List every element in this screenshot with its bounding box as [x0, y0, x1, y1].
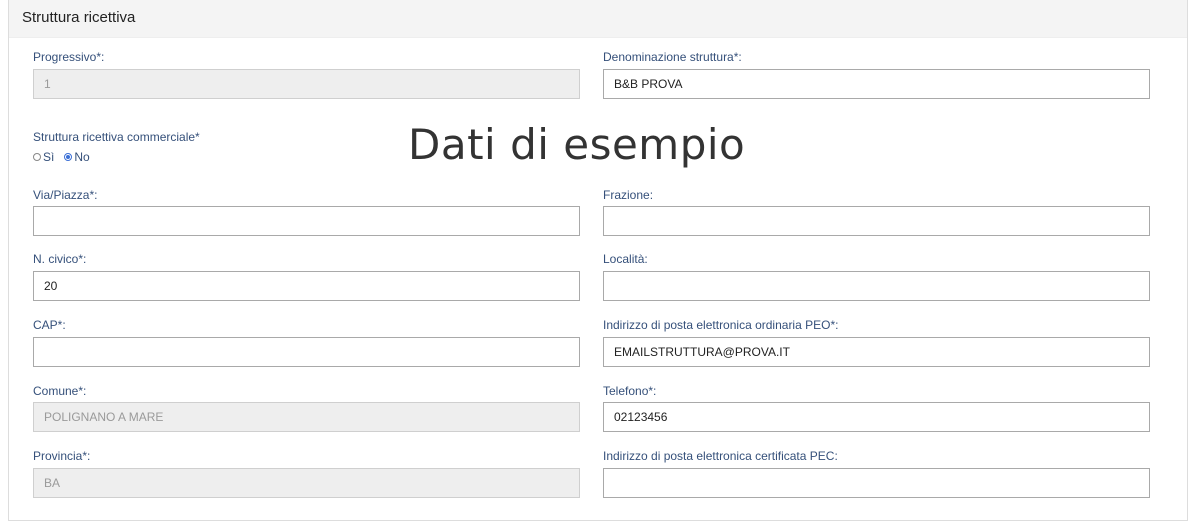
comune-field: POLIGNANO A MARE — [33, 402, 580, 432]
comune-label: Comune*: — [33, 384, 87, 398]
denominazione-input[interactable] — [603, 69, 1150, 99]
cap-label: CAP*: — [33, 318, 66, 332]
provincia-field: BA — [33, 468, 580, 498]
radio-si[interactable] — [33, 153, 41, 161]
radio-no[interactable] — [64, 153, 73, 161]
cap-input[interactable] — [33, 337, 580, 367]
telefono-input[interactable] — [603, 402, 1150, 432]
radio-option-si[interactable]: Sì — [33, 150, 54, 164]
civico-input[interactable] — [33, 271, 580, 301]
sample-data-watermark: Dati di esempio — [408, 120, 746, 169]
peo-label: Indirizzo di posta elettronica ordinaria… — [603, 318, 839, 332]
localita-label: Località: — [603, 252, 648, 266]
civico-label: N. civico*: — [33, 252, 87, 266]
provincia-label: Provincia*: — [33, 449, 91, 463]
pec-input[interactable] — [603, 468, 1150, 498]
commerciale-label: Struttura ricettiva commerciale* — [33, 130, 200, 144]
frazione-input[interactable] — [603, 206, 1150, 236]
radio-no-label: No — [74, 150, 90, 164]
panel-title: Struttura ricettiva — [22, 9, 136, 26]
progressivo-label: Progressivo*: — [33, 50, 105, 64]
telefono-label: Telefono*: — [603, 384, 657, 398]
commerciale-radio-group: Sì No — [33, 149, 100, 165]
peo-input[interactable] — [603, 337, 1150, 367]
pec-label: Indirizzo di posta elettronica certifica… — [603, 449, 838, 463]
denominazione-label: Denominazione struttura*: — [603, 50, 742, 64]
panel-header: Struttura ricettiva — [9, 0, 1187, 38]
via-label: Via/Piazza*: — [33, 188, 98, 202]
radio-option-no[interactable]: No — [64, 150, 90, 164]
via-input[interactable] — [33, 206, 580, 236]
frazione-label: Frazione: — [603, 188, 654, 202]
localita-input[interactable] — [603, 271, 1150, 301]
progressivo-field: 1 — [33, 69, 580, 99]
radio-si-label: Sì — [43, 150, 55, 164]
